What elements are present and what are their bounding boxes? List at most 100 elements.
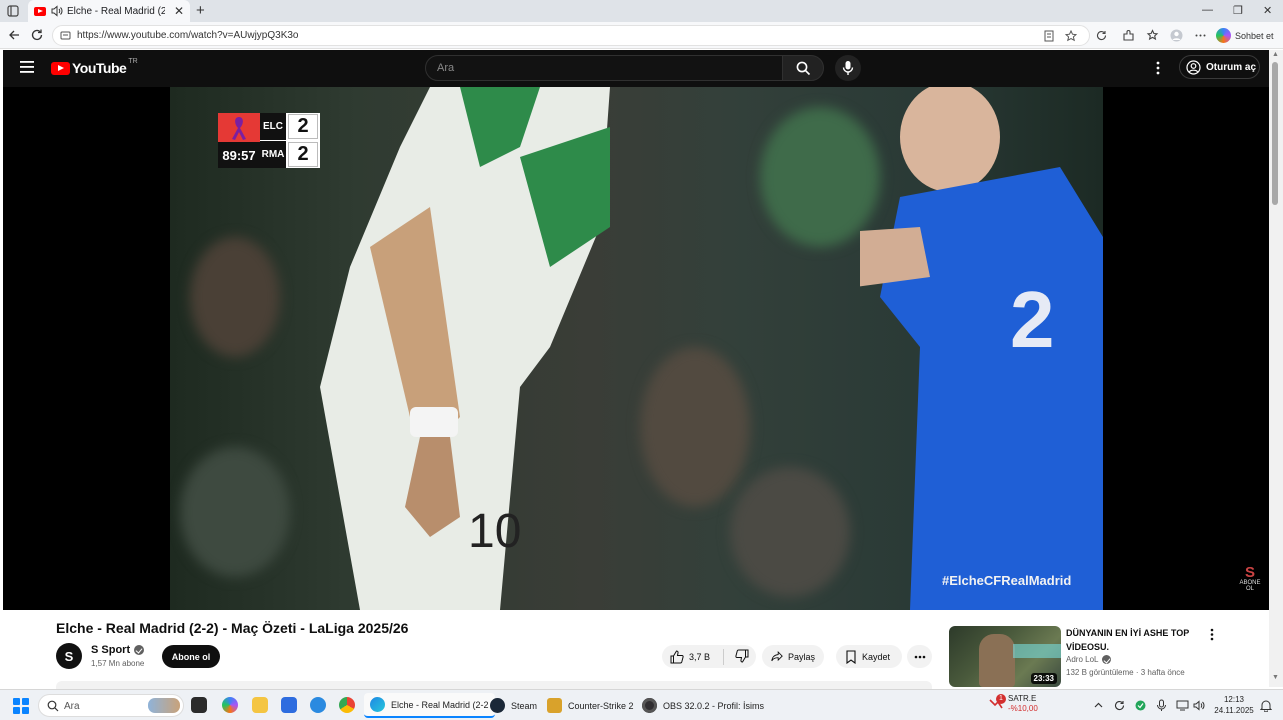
- task-view-icon[interactable]: [191, 697, 207, 713]
- share-button[interactable]: Paylaş: [762, 645, 824, 668]
- page-scrollbar[interactable]: ▲ ▼: [1269, 50, 1283, 687]
- obs-icon: [642, 698, 657, 713]
- tray-chevron-up-icon[interactable]: [1092, 699, 1105, 712]
- search-input[interactable]: Ara: [425, 55, 783, 81]
- extensions-icon[interactable]: [1122, 29, 1135, 42]
- thumbnail-hud: [1013, 644, 1061, 658]
- crowd-blur: [730, 467, 850, 597]
- tab-close-icon[interactable]: ✕: [174, 5, 184, 17]
- region-code: TR: [128, 57, 138, 65]
- taskbar-app-obs[interactable]: OBS 32.0.2 - Profil: İsims: [636, 693, 770, 718]
- volume-icon[interactable]: [1193, 699, 1206, 712]
- reader-mode-icon[interactable]: [1043, 30, 1055, 42]
- subscribe-watermark[interactable]: S ABONE OL: [1239, 565, 1261, 592]
- scroll-down-icon[interactable]: ▼: [1272, 674, 1279, 681]
- steam-icon: [490, 698, 505, 713]
- browser-tab-youtube[interactable]: Elche - Real Madrid (2-2) - Ma ✕: [28, 0, 190, 22]
- svg-text:10: 10: [468, 505, 521, 558]
- more-options-icon[interactable]: [1194, 29, 1207, 42]
- menu-icon[interactable]: [20, 61, 34, 73]
- thumbs-up-icon: [670, 649, 684, 663]
- stock-name: SATR.E: [1008, 694, 1037, 703]
- stock-badge-count: 1: [996, 694, 1006, 704]
- counter-strike-icon: [547, 698, 562, 713]
- scroll-up-icon[interactable]: ▲: [1272, 51, 1279, 58]
- vpn-tray-icon[interactable]: [1134, 699, 1147, 712]
- more-actions-button[interactable]: [907, 645, 932, 668]
- video-player[interactable]: 10 2 ELC 2 89:57 RMA 2 #ElcheCFRealMadri…: [3, 87, 1269, 610]
- youtube-favicon-icon: [34, 6, 46, 16]
- recommended-title[interactable]: DÜNYANIN EN İYİ ASHE TOP VİDEOSU.: [1066, 626, 1196, 654]
- skype-icon[interactable]: [310, 697, 326, 713]
- scoreboard-overlay: ELC 2 89:57 RMA 2: [218, 113, 320, 168]
- windows-start-icon[interactable]: [13, 698, 29, 714]
- channel-name-text[interactable]: S Sport: [91, 644, 130, 656]
- thumbs-down-icon: [735, 649, 749, 663]
- taskbar-app-label: OBS 32.0.2 - Profil: İsims: [663, 700, 765, 711]
- dislike-button[interactable]: [729, 649, 749, 665]
- refresh-icon[interactable]: [30, 28, 44, 42]
- sync-icon[interactable]: [1095, 29, 1108, 42]
- away-score: 2: [288, 142, 318, 167]
- crowd-blur: [180, 447, 290, 577]
- address-bar[interactable]: https://www.youtube.com/watch?v=AUwjypQ3…: [52, 25, 1090, 46]
- search-icon: [47, 700, 59, 712]
- new-tab-icon[interactable]: +: [196, 3, 205, 18]
- video-frame[interactable]: 10 2 ELC 2 89:57 RMA 2 #ElcheCFRealMadri…: [170, 87, 1103, 610]
- sync-tray-icon[interactable]: [1113, 699, 1126, 712]
- settings-kebab-icon[interactable]: [1155, 61, 1161, 75]
- sign-in-label: Oturum aç: [1206, 61, 1257, 73]
- microphone-tray-icon[interactable]: [1155, 699, 1168, 712]
- url-text[interactable]: https://www.youtube.com/watch?v=AUwjypQ3…: [77, 30, 299, 41]
- collections-icon[interactable]: [1146, 29, 1159, 42]
- taskbar-search-placeholder: Ara: [64, 701, 80, 712]
- svg-text:2: 2: [1010, 275, 1055, 364]
- away-team-abbr: RMA: [260, 141, 286, 168]
- stock-widget[interactable]: 1 SATR.E -%10,00: [988, 694, 1038, 714]
- favorite-star-icon[interactable]: [1065, 30, 1077, 42]
- save-button[interactable]: Kaydet: [836, 645, 902, 668]
- scrollbar-thumb[interactable]: [1272, 62, 1278, 205]
- taskbar-search[interactable]: Ara: [38, 694, 184, 717]
- speaker-icon[interactable]: [51, 5, 63, 17]
- copilot-chat-button[interactable]: Sohbet et: [1216, 26, 1274, 45]
- taskbar-app-cs2[interactable]: Counter-Strike 2: [541, 693, 640, 718]
- bookmark-icon: [846, 649, 856, 664]
- taskbar-app-label: Elche - Real Madrid (2-2: [391, 699, 489, 710]
- recommended-thumbnail[interactable]: 23:33: [949, 626, 1061, 687]
- verified-badge-icon: [134, 645, 145, 655]
- channel-avatar[interactable]: S: [56, 643, 82, 669]
- search-highlight-icon: [148, 698, 180, 713]
- chrome-icon[interactable]: [339, 697, 355, 713]
- voice-search-button[interactable]: [835, 55, 861, 81]
- close-window-icon[interactable]: ✕: [1263, 4, 1272, 17]
- site-info-icon[interactable]: [60, 30, 71, 41]
- back-arrow-icon[interactable]: [7, 28, 21, 42]
- subscribe-button[interactable]: Abone ol: [162, 645, 220, 668]
- recommended-kebab-icon[interactable]: [1209, 628, 1215, 641]
- sign-in-button[interactable]: Oturum aç: [1179, 55, 1260, 79]
- taskbar-app-edge[interactable]: Elche - Real Madrid (2-2: [364, 693, 495, 718]
- system-clock[interactable]: 12:13 24.11.2025: [1212, 694, 1256, 716]
- profile-avatar-icon[interactable]: [1170, 29, 1183, 42]
- match-clock: 89:57: [218, 142, 260, 168]
- recommended-channel[interactable]: Adro LoL: [1066, 655, 1112, 664]
- description-box[interactable]: [56, 681, 932, 689]
- watermark-text: ABONE OL: [1239, 580, 1261, 592]
- search-button[interactable]: [782, 55, 824, 81]
- store-icon[interactable]: [281, 697, 297, 713]
- like-dislike-group: 3,7 B: [662, 645, 756, 668]
- taskbar-app-steam[interactable]: Steam: [484, 693, 543, 718]
- copilot-taskbar-icon[interactable]: [222, 697, 238, 713]
- youtube-logo[interactable]: YouTube TR: [51, 57, 138, 76]
- like-button[interactable]: 3,7 B: [662, 648, 724, 665]
- browser-toolbar: https://www.youtube.com/watch?v=AUwjypQ3…: [0, 22, 1283, 49]
- tab-actions-icon[interactable]: [6, 4, 20, 18]
- notification-bell-icon[interactable]: [1260, 699, 1272, 712]
- channel-name[interactable]: S Sport: [91, 644, 145, 656]
- file-explorer-icon[interactable]: [252, 697, 268, 713]
- minimize-icon[interactable]: —: [1202, 4, 1213, 16]
- network-icon[interactable]: [1176, 699, 1189, 712]
- recommended-channel-name[interactable]: Adro LoL: [1066, 655, 1098, 664]
- maximize-icon[interactable]: ❐: [1233, 4, 1243, 17]
